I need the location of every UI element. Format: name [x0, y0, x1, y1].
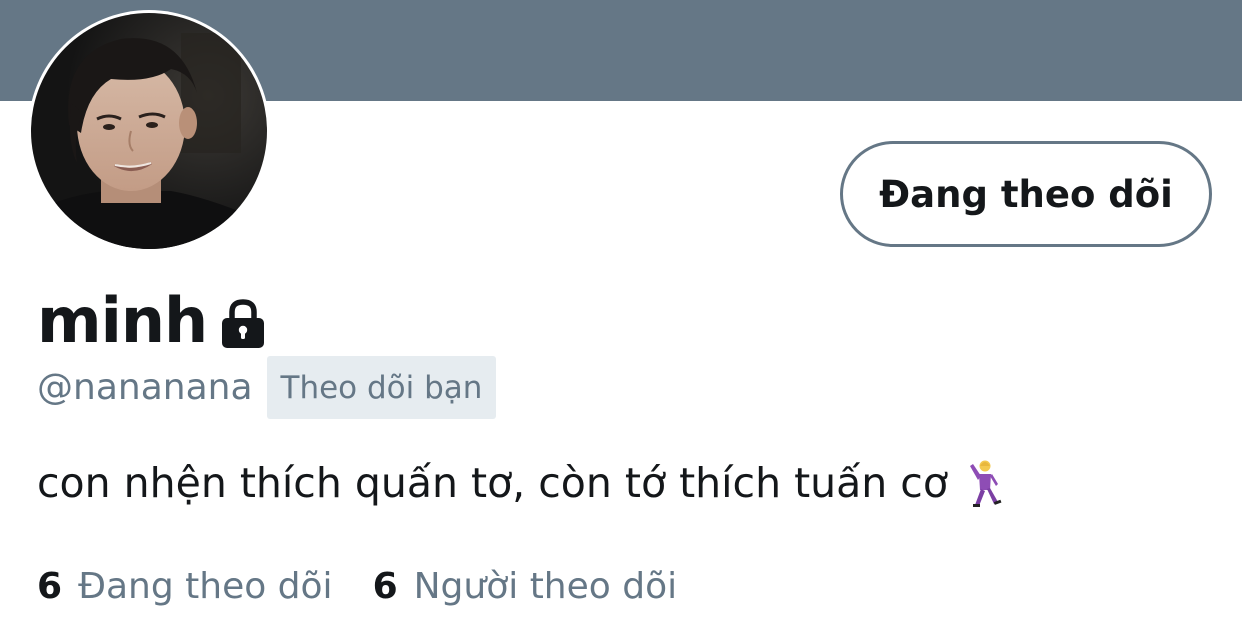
name-row: minh [37, 280, 267, 360]
username-handle: @nananana [37, 367, 253, 408]
handle-row: @nananana Theo dõi bạn [37, 356, 497, 419]
following-count: 6 [37, 566, 63, 607]
followers-count: 6 [372, 566, 398, 607]
profile-bio: con nhện thích quấn tơ, còn tớ thích tuấ… [37, 458, 1004, 508]
profile-header: Đang theo dõi minh @nananana Theo dõi bạ… [0, 0, 1242, 631]
bio-text: con nhện thích quấn tơ, còn tớ thích tuấ… [37, 459, 948, 507]
following-label: Đang theo dõi [78, 566, 333, 607]
dancing-man-icon [964, 458, 1004, 508]
lock-icon [219, 298, 267, 350]
following-stat[interactable]: 6 Đang theo dõi [37, 566, 333, 607]
avatar[interactable] [28, 10, 270, 252]
followers-label: Người theo dõi [413, 566, 678, 607]
profile-stats: 6 Đang theo dõi 6 Người theo dõi [37, 566, 677, 607]
following-button[interactable]: Đang theo dõi [840, 141, 1212, 247]
follows-you-badge: Theo dõi bạn [266, 356, 497, 419]
display-name: minh [37, 283, 208, 357]
avatar-photo [31, 13, 267, 249]
followers-stat[interactable]: 6 Người theo dõi [373, 566, 678, 607]
